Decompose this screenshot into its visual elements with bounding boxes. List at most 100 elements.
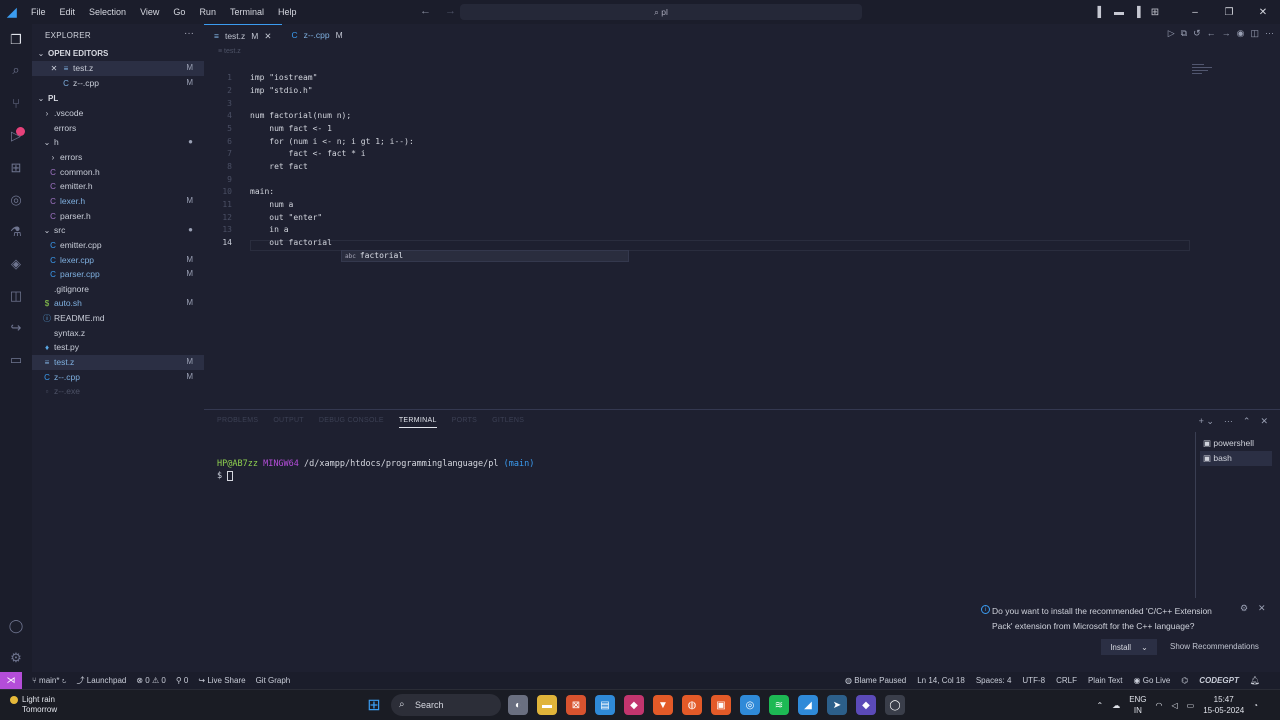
code-line[interactable]: num a	[250, 200, 293, 209]
code-line[interactable]: ret fact	[250, 162, 308, 171]
task-view-icon[interactable]: ◐	[508, 695, 528, 715]
codegpt-brand[interactable]: CODEGPT	[1199, 676, 1239, 685]
gear-icon[interactable]: ⚙	[1240, 603, 1248, 614]
brave-icon[interactable]: ▼	[653, 695, 673, 715]
menu-selection[interactable]: Selection	[82, 0, 133, 24]
tree-item[interactable]: ≡ test.z M	[32, 355, 204, 370]
command-center-search[interactable]: ⌕ pl	[460, 4, 862, 20]
more-actions-icon[interactable]: ···	[1265, 28, 1274, 39]
file-explorer-icon[interactable]: ▬	[537, 695, 557, 715]
tree-item[interactable]: Cemitter.cpp	[32, 238, 204, 253]
volume-icon[interactable]: ◁	[1172, 701, 1178, 710]
tree-item[interactable]: Ccommon.h	[32, 165, 204, 180]
onedrive-icon[interactable]: ☁	[1112, 701, 1120, 710]
menu-file[interactable]: File	[24, 0, 53, 24]
tab-test-z[interactable]: ≡ test.z M ✕	[204, 24, 282, 46]
git-graph-status[interactable]: Git Graph	[256, 676, 291, 685]
revert-icon[interactable]: ↺	[1193, 28, 1201, 39]
tree-item[interactable]: › errors	[32, 150, 204, 165]
notification-bell-icon[interactable]: ◔	[1253, 701, 1258, 710]
terminal-divider[interactable]	[1195, 432, 1196, 622]
wifi-icon[interactable]: ◠	[1156, 701, 1163, 710]
app-icon[interactable]: ▣	[711, 695, 731, 715]
tree-item[interactable]: Cparser.cpp M	[32, 267, 204, 282]
run-icon[interactable]: ▷	[1168, 28, 1175, 39]
tab-debug-console[interactable]: DEBUG CONSOLE	[319, 417, 384, 428]
close-window-icon[interactable]: ✕	[1247, 7, 1279, 18]
maximize-panel-icon[interactable]: ⌃	[1243, 416, 1251, 427]
account-icon[interactable]: ◯	[6, 616, 26, 636]
code-line[interactable]: for (num i <- n; i gt 1; i--):	[250, 137, 414, 146]
code-line[interactable]: imp "stdio.h"	[250, 86, 313, 95]
clock[interactable]: 15:47 15-05-2024	[1203, 694, 1244, 716]
problems-status[interactable]: ⊗ 0 ⚠ 0	[136, 676, 165, 685]
tree-item[interactable]: ⓘ README.md	[32, 311, 204, 326]
chat-icon[interactable]: ▭	[6, 350, 26, 370]
tree-item[interactable]: Clexer.h M	[32, 194, 204, 209]
remote-explorer-icon[interactable]: ◎	[6, 190, 26, 210]
tree-item[interactable]: .gitignore	[32, 282, 204, 297]
run-debug-icon[interactable]: ▷	[6, 126, 26, 146]
go-live-button[interactable]: ◉ Go Live	[1134, 676, 1171, 685]
tree-item[interactable]: errors	[32, 121, 204, 136]
cursor-position[interactable]: Ln 14, Col 18	[917, 676, 965, 685]
tree-item[interactable]: Clexer.cpp M	[32, 253, 204, 268]
tree-item[interactable]: ♦ test.py	[32, 340, 204, 355]
code-line[interactable]: in a	[250, 225, 288, 234]
compare-icon[interactable]: ⧉	[1181, 28, 1187, 39]
github-icon[interactable]: ◯	[885, 695, 905, 715]
terminal-item-bash[interactable]: ▣ bash	[1200, 451, 1272, 466]
tree-item[interactable]: ▫ z--.exe	[32, 384, 204, 399]
windows-start-icon[interactable]: ⊞	[364, 695, 384, 715]
language-mode[interactable]: Plain Text	[1088, 676, 1123, 685]
minimize-icon[interactable]: –	[1179, 7, 1211, 18]
more-actions-icon[interactable]: ···	[1224, 416, 1233, 427]
vscode-taskbar-icon[interactable]: ◢	[798, 695, 818, 715]
weather-widget[interactable]: Light rain Tomorrow	[10, 695, 57, 715]
folder-header[interactable]: ⌄ PL	[32, 91, 204, 106]
tab-ports[interactable]: PORTS	[452, 417, 478, 428]
close-panel-icon[interactable]: ✕	[1260, 416, 1268, 427]
back-arrow-icon[interactable]: ←	[420, 5, 431, 17]
customize-layout-icon[interactable]: ⊞	[1147, 7, 1163, 18]
tab-z-cpp[interactable]: C z--.cpp M	[282, 24, 353, 46]
battery-icon[interactable]: ▭	[1187, 701, 1195, 710]
branch-status[interactable]: ⑂ main* ↻	[32, 676, 67, 685]
tree-item[interactable]: syntax.z	[32, 326, 204, 341]
manage-gear-icon[interactable]: ⚙	[6, 648, 26, 668]
tab-problems[interactable]: PROBLEMS	[217, 417, 258, 428]
testing-icon[interactable]: ⚗	[6, 222, 26, 242]
live-share-status[interactable]: ↪ Live Share	[198, 676, 245, 685]
toggle-sidebar-icon[interactable]: ▌	[1093, 7, 1109, 18]
launchpad-status[interactable]: ⤴ Launchpad	[77, 675, 127, 686]
code-line[interactable]: num factorial(num n);	[250, 111, 351, 120]
language-indicator[interactable]: ENG IN	[1129, 694, 1146, 716]
chevron-down-icon[interactable]: ⌄	[1141, 643, 1148, 652]
maximize-icon[interactable]: ❐	[1213, 7, 1245, 18]
postman-icon[interactable]: ◍	[682, 695, 702, 715]
menu-go[interactable]: Go	[166, 0, 192, 24]
code-line[interactable]: num fact <- 1	[250, 124, 332, 133]
ports-status[interactable]: ⚲ 0	[176, 676, 189, 685]
tree-item[interactable]: ⌄ src ●	[32, 223, 204, 238]
bell-icon[interactable]: 🔔︎	[1250, 676, 1260, 685]
menu-terminal[interactable]: Terminal	[223, 0, 271, 24]
menu-help[interactable]: Help	[271, 0, 304, 24]
code-line[interactable]: fact <- fact * i	[250, 149, 366, 158]
docker-icon[interactable]: ◫	[6, 286, 26, 306]
notepad-icon[interactable]: ▤	[595, 695, 615, 715]
obsidian-icon[interactable]: ◆	[856, 695, 876, 715]
code-line[interactable]: out factorial	[250, 238, 332, 247]
tab-gitlens[interactable]: GITLENS	[492, 417, 524, 428]
open-editor-item[interactable]: ✕ ≡ test.z M	[32, 61, 204, 76]
source-control-icon[interactable]: ⑂	[6, 94, 26, 114]
steam-icon[interactable]: ➤	[827, 695, 847, 715]
chrome-icon[interactable]: ◎	[740, 695, 760, 715]
menu-view[interactable]: View	[133, 0, 166, 24]
code-line[interactable]: imp "iostream"	[250, 73, 317, 82]
close-icon[interactable]: ✕	[49, 62, 59, 77]
search-view-icon[interactable]: ⌕	[6, 60, 26, 80]
tray-chevron-icon[interactable]: ⌃	[1096, 701, 1103, 710]
tab-output[interactable]: OUTPUT	[273, 417, 304, 428]
remote-icon[interactable]: ⋊	[0, 672, 22, 689]
